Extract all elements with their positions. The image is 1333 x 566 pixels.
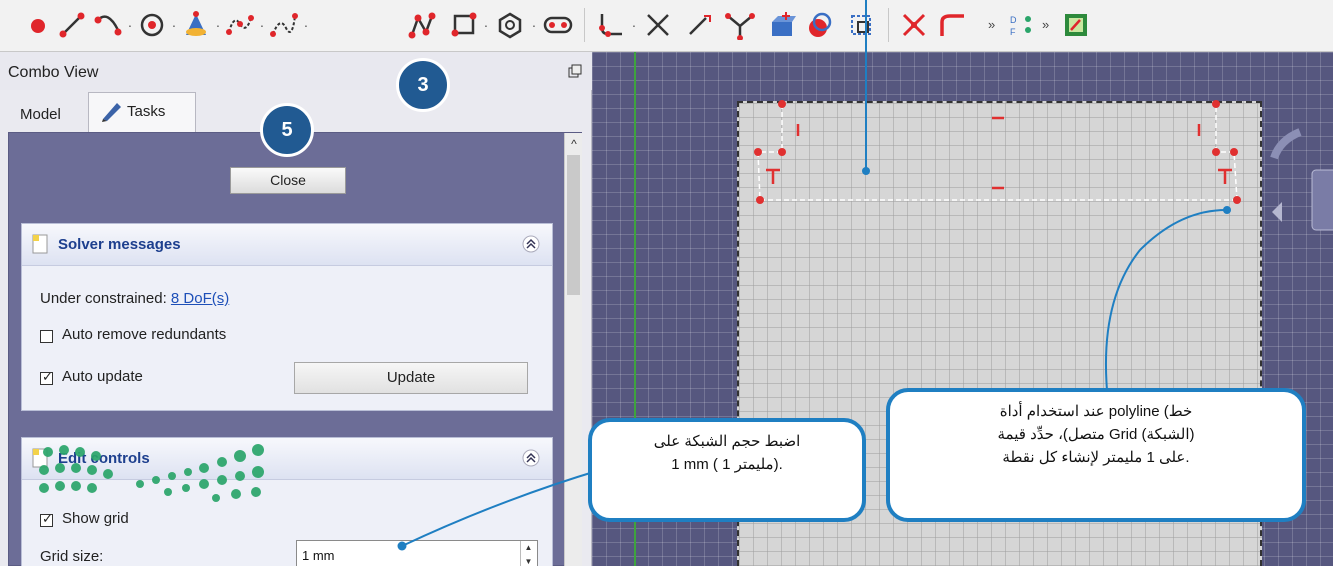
auto-update-checkbox[interactable] (40, 369, 53, 385)
solver-messages-box: Solver messages Under constrained: 8 DoF… (21, 223, 553, 411)
sketcher-toolbar: · · · · · · · · » D F » (0, 0, 1333, 52)
update-button[interactable]: Update (294, 362, 528, 394)
carbon-copy-icon[interactable] (804, 10, 836, 40)
grid-callout-line1: اضبط حجم الشبكة على (653, 433, 801, 450)
construction-mode-icon[interactable] (846, 10, 878, 40)
step-5-badge: 5 (260, 103, 314, 157)
dof-link[interactable]: 8 DoF(s) (171, 290, 229, 307)
svg-text:D: D (1010, 15, 1017, 25)
arc-dropdown-icon[interactable]: · (126, 17, 134, 33)
auto-remove-checkbox[interactable] (40, 330, 53, 343)
toolbar-separator-2 (888, 8, 889, 42)
grid-callout-line2: 1 mm ( 1 مليمتر). (671, 456, 783, 473)
grid-size-spinner[interactable]: ▲ ▼ (520, 541, 536, 566)
grid-size-input[interactable]: 1 mm (296, 540, 538, 566)
solver-status-prefix: Under constrained: (40, 290, 167, 307)
toolbar-more-icon[interactable]: » (988, 16, 995, 34)
document-icon (32, 234, 48, 254)
combo-view-title: Combo View (8, 64, 99, 81)
trim-tool-icon[interactable] (642, 10, 674, 40)
dof-tool-icon[interactable]: DF (1006, 10, 1038, 40)
arc-tool-icon[interactable] (92, 10, 124, 40)
bspline-dropdown-icon[interactable]: · (258, 17, 266, 33)
polyline-tool-icon[interactable] (406, 10, 438, 40)
solver-messages-header[interactable]: Solver messages (22, 224, 552, 266)
svg-text:F: F (1010, 27, 1016, 37)
external-geometry-icon[interactable] (766, 10, 798, 40)
grid-size-value: 1 mm (302, 548, 335, 563)
navigation-cube-icon[interactable] (1260, 112, 1333, 232)
polyline-callout-line2: متصل)، حدِّد قيمة Grid (الشبكة) (997, 426, 1195, 443)
pencil-icon (102, 103, 121, 122)
collapse-icon[interactable] (522, 235, 540, 253)
conic-tool-icon[interactable] (180, 10, 212, 40)
tab-tasks-label: Tasks (127, 103, 166, 120)
polyline-callout-line1: عند استخدام أداة polyline (خط (999, 403, 1193, 420)
tab-model[interactable]: Model (8, 98, 90, 130)
step-3-badge: 3 (396, 58, 450, 112)
task-panel-scrollbar[interactable]: ^ (564, 133, 582, 566)
solver-messages-title: Solver messages (58, 236, 181, 253)
slot-tool-icon[interactable] (542, 10, 574, 40)
ministry-logo (39, 444, 264, 502)
circle-tool-icon[interactable] (136, 10, 168, 40)
close-button[interactable]: Close (230, 167, 346, 194)
polyline-callout: عند استخدام أداة polyline (خط متصل)، حدِ… (886, 388, 1306, 522)
spin-up-icon[interactable]: ▲ (521, 541, 536, 555)
bspline2-dropdown-icon[interactable]: · (302, 17, 310, 33)
scroll-up-icon[interactable]: ^ (566, 137, 582, 151)
tab-model-label: Model (20, 106, 61, 123)
extend-tool-icon[interactable] (684, 10, 716, 40)
toolbar-more-icon-2[interactable]: » (1042, 16, 1049, 34)
point-tool-icon[interactable] (22, 10, 54, 40)
combo-view-header: Combo View (0, 52, 592, 90)
fillet-dropdown-icon[interactable]: · (630, 17, 638, 33)
fillet-tool-icon[interactable] (594, 10, 626, 40)
grid-size-callout: اضبط حجم الشبكة على 1 mm ( 1 مليمتر). (588, 418, 866, 522)
leave-sketch-icon[interactable] (1060, 10, 1092, 40)
rectangle-tool-icon[interactable] (448, 10, 480, 40)
polyline-callout-line3: على 1 مليمتر لإنشاء كل نقطة. (1002, 449, 1190, 466)
block-constraint-icon[interactable] (936, 10, 968, 40)
auto-remove-label: Auto remove redundants (62, 326, 227, 343)
coincident-constraint-icon[interactable] (898, 10, 930, 40)
polygon-tool-icon[interactable] (494, 10, 526, 40)
line-tool-icon[interactable] (56, 10, 88, 40)
tab-tasks[interactable]: Tasks (88, 92, 196, 132)
collapse-icon-2[interactable] (522, 449, 540, 467)
solver-status: Under constrained: 8 DoF(s) (40, 290, 229, 307)
bspline-tool-icon[interactable] (224, 10, 256, 40)
toolbar-separator (584, 8, 585, 42)
polyline-alt-tool-icon[interactable] (268, 10, 300, 40)
auto-update-label: Auto update (62, 368, 143, 385)
spin-down-icon[interactable]: ▼ (521, 555, 536, 566)
rectangle-dropdown-icon[interactable]: · (482, 17, 490, 33)
circle-dropdown-icon[interactable]: · (170, 17, 178, 33)
conic-dropdown-icon[interactable]: · (214, 17, 222, 33)
polygon-dropdown-icon[interactable]: · (530, 17, 538, 33)
scroll-thumb[interactable] (567, 155, 580, 295)
split-tool-icon[interactable] (724, 10, 756, 40)
float-panel-icon[interactable] (568, 64, 582, 78)
